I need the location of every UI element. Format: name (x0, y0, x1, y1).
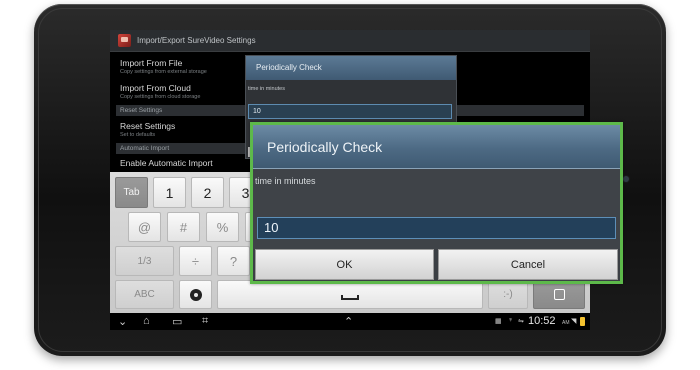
dialog-title: Periodically Check (253, 125, 620, 169)
app-icon (118, 34, 131, 47)
ok-button[interactable]: OK (255, 249, 434, 280)
key-1[interactable]: 1 (153, 177, 186, 208)
pref-reset-settings[interactable]: Reset Settings Set to defaults (120, 121, 175, 138)
system-status-bar: ⌄ ⌂ ▭ ⌗ ⌃ ▦ ♆ ⇋ 10:52 AM ◥ (110, 313, 590, 330)
action-bar: Import/Export SureVideo Settings (110, 30, 590, 52)
gear-icon (189, 288, 202, 301)
pref-import-cloud[interactable]: Import From Cloud Copy settings from clo… (120, 83, 200, 100)
wifi-icon: ◥ (571, 318, 577, 325)
key-question[interactable]: ? (217, 246, 250, 276)
dialog-body: time in minutes 10 (253, 169, 620, 249)
zoomed-dialog: Periodically Check time in minutes 10 OK… (250, 122, 623, 284)
background-minutes-input[interactable]: 10 (248, 104, 452, 119)
key-mic[interactable] (533, 280, 585, 309)
background-dialog-label: time in minutes (248, 86, 285, 92)
key-at[interactable]: @ (128, 212, 161, 242)
battery-icon (580, 317, 585, 326)
pref-title: Import From File (120, 58, 183, 68)
pref-subtitle: Set to defaults (120, 132, 156, 138)
minutes-input[interactable]: 10 (257, 217, 616, 239)
key-abc[interactable]: ABC (115, 280, 174, 309)
key-tab[interactable]: Tab (115, 177, 148, 208)
key-settings[interactable] (179, 280, 212, 309)
pref-title: Import From Cloud (120, 83, 191, 93)
clock: 10:52 (528, 315, 556, 327)
pref-title: Reset Settings (120, 121, 176, 131)
space-icon (341, 295, 359, 300)
key-percent[interactable]: % (206, 212, 239, 242)
pref-title: Enable Automatic Import (120, 158, 213, 168)
home-icon[interactable]: ⌂ (143, 315, 150, 327)
background-dialog-title: Periodically Check (246, 56, 456, 80)
key-2[interactable]: 2 (191, 177, 224, 208)
recent-apps-icon[interactable]: ▭ (172, 315, 182, 328)
clock-ampm: AM (562, 320, 570, 326)
usb-icon: ♆ (508, 317, 514, 324)
cancel-button[interactable]: Cancel (438, 249, 618, 280)
hide-keyboard-icon[interactable]: ⌄ (118, 315, 127, 328)
chevron-up-icon[interactable]: ⌃ (344, 315, 353, 328)
keyboard-status-icon: ▦ (495, 318, 502, 325)
key-page-1-3[interactable]: 1/3 (115, 246, 174, 276)
key-divide[interactable]: ÷ (179, 246, 212, 276)
pref-subtitle: Copy settings from external storage (120, 69, 207, 75)
pref-subtitle: Copy settings from cloud storage (120, 94, 201, 100)
screenshot-icon[interactable]: ⌗ (202, 315, 208, 328)
sync-icon: ⇋ (518, 318, 524, 325)
key-hash[interactable]: # (167, 212, 200, 242)
key-space[interactable] (217, 280, 483, 309)
screen-title: Import/Export SureVideo Settings (137, 36, 256, 45)
pref-enable-auto-import[interactable]: Enable Automatic Import (120, 158, 213, 168)
camera-icon (623, 176, 629, 182)
pref-import-file[interactable]: Import From File Copy settings from exte… (120, 58, 207, 75)
mic-icon (553, 289, 565, 300)
key-smiley[interactable]: :-) (488, 280, 528, 309)
minutes-label: time in minutes (255, 176, 316, 186)
